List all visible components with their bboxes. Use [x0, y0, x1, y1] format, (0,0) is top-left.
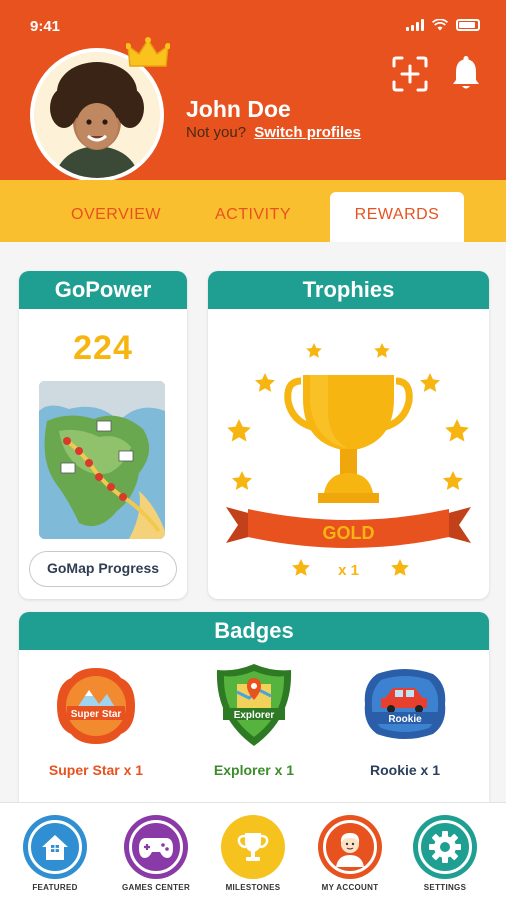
- not-you-text: Not you?: [186, 124, 247, 141]
- trophies-card: Trophies GOLD x 1: [208, 271, 489, 599]
- nav-settings-circle: [413, 815, 477, 879]
- nav-settings[interactable]: SETTINGS: [395, 815, 495, 892]
- switch-profiles-link[interactable]: Switch profiles: [254, 124, 361, 141]
- trophy-level: GOLD: [323, 523, 375, 543]
- gomap-progress-button[interactable]: GoMap Progress: [29, 551, 177, 587]
- crown-icon: [126, 37, 170, 67]
- badge-rookie[interactable]: Rookie Rookie x 1: [330, 666, 480, 778]
- badges-card: Badges Super Star Super Star x 1 Explore…: [19, 612, 489, 812]
- trophy-count: x 1: [338, 562, 359, 579]
- nav-games-center-label: GAMES CENTER: [121, 883, 191, 892]
- gamepad-icon: [139, 838, 173, 858]
- rookie-badge-icon: Rookie: [364, 669, 446, 739]
- nav-featured[interactable]: FEATURED: [5, 815, 105, 892]
- badges-title: Badges: [19, 612, 489, 650]
- nav-featured-circle: [23, 815, 87, 879]
- signal-icon: [406, 19, 424, 31]
- explorer-badge-icon: Explorer: [216, 664, 292, 746]
- not-you-row: Not you? Switch profiles: [186, 124, 361, 141]
- status-icons: [406, 19, 480, 31]
- badge-label-explorer: Explorer x 1: [213, 762, 295, 778]
- wifi-icon: [432, 19, 448, 31]
- badge-label-super-star: Super Star x 1: [48, 762, 144, 778]
- bottom-nav: FEATURED GAMES CENTER MILESTONES MY ACCO…: [0, 802, 506, 900]
- super-star-emblem-text: Super Star: [71, 709, 122, 720]
- nav-milestones[interactable]: MILESTONES: [203, 815, 303, 892]
- trophies-title: Trophies: [208, 271, 489, 309]
- nav-milestones-label: MILESTONES: [225, 883, 281, 892]
- nav-games-center[interactable]: GAMES CENTER: [106, 815, 206, 892]
- scan-add-icon[interactable]: [392, 56, 428, 92]
- profile-header: 9:41 John Doe Not you? Switch profiles: [0, 0, 506, 182]
- profile-tabs: OVERVIEW ACTIVITY REWARDS: [0, 180, 506, 242]
- nav-account-circle: [318, 815, 382, 879]
- nav-games-circle: [124, 815, 188, 879]
- gopower-card: GoPower 224 GoMap Progress: [19, 271, 187, 599]
- trophy-icon: [237, 833, 269, 861]
- nav-milestones-circle: [221, 815, 285, 879]
- badge-super-star[interactable]: Super Star Super Star x 1: [21, 666, 171, 778]
- status-bar: 9:41: [0, 0, 506, 44]
- tab-overview[interactable]: OVERVIEW: [56, 192, 176, 242]
- gopower-value: 224: [73, 329, 133, 367]
- map-illustration: [39, 381, 165, 539]
- house-icon: [42, 835, 68, 860]
- tab-rewards[interactable]: REWARDS: [330, 192, 464, 242]
- nav-settings-label: SETTINGS: [423, 883, 467, 892]
- status-time: 9:41: [30, 18, 61, 35]
- bell-icon[interactable]: [452, 56, 480, 90]
- badge-label-rookie: Rookie x 1: [369, 762, 441, 778]
- tab-activity[interactable]: ACTIVITY: [198, 192, 308, 242]
- nav-my-account-label: MY ACCOUNT: [321, 883, 379, 892]
- user-name: John Doe: [186, 96, 291, 122]
- gold-trophy-graphic: GOLD x 1: [226, 343, 471, 579]
- nav-featured-label: FEATURED: [32, 883, 78, 892]
- account-icon: [336, 833, 364, 867]
- gopower-title: GoPower: [19, 271, 187, 309]
- nav-my-account[interactable]: MY ACCOUNT: [300, 815, 400, 892]
- super-star-badge-icon: Super Star: [57, 668, 135, 744]
- explorer-emblem-text: Explorer: [234, 710, 275, 721]
- gear-icon: [429, 831, 461, 863]
- battery-icon: [456, 19, 480, 31]
- rookie-emblem-text: Rookie: [388, 714, 422, 725]
- avatar-wrap: [30, 37, 170, 182]
- gomap-thumbnail[interactable]: [39, 381, 165, 539]
- badge-explorer[interactable]: Explorer Explorer x 1: [179, 664, 329, 778]
